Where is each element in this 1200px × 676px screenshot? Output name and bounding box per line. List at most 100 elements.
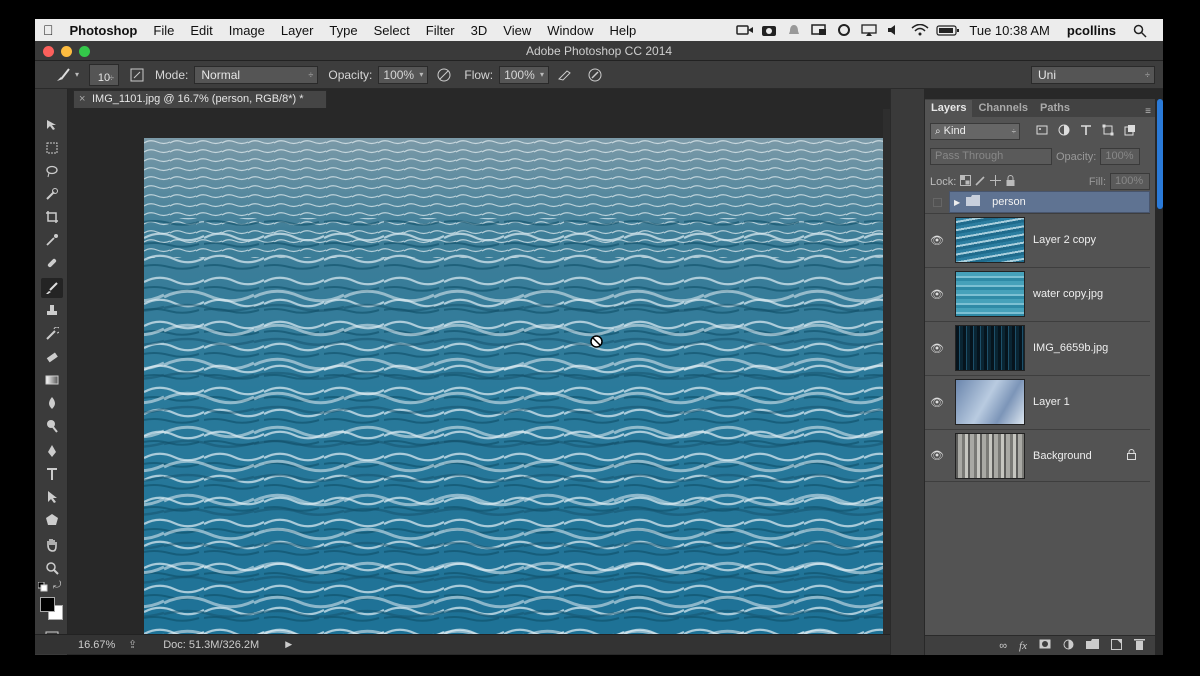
foreground-color-swatch[interactable] — [40, 597, 55, 612]
layer-style-icon[interactable]: fx — [1019, 640, 1027, 652]
airbrush-icon[interactable] — [555, 65, 575, 85]
brush-size-picker[interactable]: 10 — [89, 63, 120, 91]
pressure-size-icon[interactable] — [585, 65, 605, 85]
marquee-tool-icon[interactable] — [41, 138, 63, 158]
eye-icon[interactable]: 👁 — [925, 288, 949, 301]
filter-kind-select[interactable]: ⌕ Kind ÷ — [930, 123, 1020, 140]
tab-paths[interactable]: Paths — [1034, 100, 1076, 117]
dodge-tool-icon[interactable] — [41, 416, 63, 436]
lock-pixels-icon[interactable] — [975, 175, 986, 189]
filter-shape-icon[interactable] — [1102, 124, 1114, 139]
status-menu-icon[interactable]: ▶ — [285, 639, 292, 650]
quick-selection-tool-icon[interactable] — [41, 184, 63, 204]
eyedropper-tool-icon[interactable] — [41, 230, 63, 250]
pressure-opacity-icon[interactable] — [434, 65, 454, 85]
document-tab[interactable]: × IMG_1101.jpg @ 16.7% (person, RGB/8*) … — [73, 90, 327, 108]
menu-window[interactable]: Window — [539, 23, 601, 38]
layer-row[interactable]: 👁 IMG_6659b.jpg — [925, 321, 1150, 374]
brush-tool-icon[interactable] — [41, 278, 63, 298]
creative-cloud-icon[interactable] — [836, 24, 852, 36]
menu-3d[interactable]: 3D — [463, 23, 496, 38]
healing-brush-tool-icon[interactable] — [41, 253, 63, 273]
shape-tool-icon[interactable] — [41, 510, 63, 530]
panel-menu-icon[interactable]: ≡ — [1145, 106, 1151, 117]
menu-view[interactable]: View — [495, 23, 539, 38]
menu-select[interactable]: Select — [366, 23, 418, 38]
hand-tool-icon[interactable] — [41, 535, 63, 555]
delete-layer-icon[interactable] — [1134, 638, 1145, 653]
layer-opacity-field[interactable]: 100% — [1100, 148, 1141, 165]
history-brush-tool-icon[interactable] — [41, 324, 63, 344]
document-canvas[interactable] — [144, 138, 905, 645]
eye-icon[interactable]: 👁 — [925, 342, 949, 355]
menu-edit[interactable]: Edit — [182, 23, 220, 38]
notification-icon[interactable] — [786, 24, 802, 36]
layer-row[interactable]: 👁 Layer 1 — [925, 375, 1150, 428]
filter-pixel-icon[interactable] — [1036, 124, 1048, 139]
menubar-user[interactable]: pcollins — [1059, 23, 1116, 38]
opacity-dropdown-icon[interactable]: ▾ — [419, 67, 423, 83]
blur-tool-icon[interactable] — [41, 393, 63, 413]
flow-dropdown-icon[interactable]: ▾ — [540, 67, 544, 83]
filter-type-icon[interactable] — [1080, 124, 1092, 139]
zoom-tool-icon[interactable] — [41, 558, 63, 578]
expand-chevron-icon[interactable]: ▶ — [954, 198, 960, 207]
eye-icon[interactable]: 👁 — [925, 396, 949, 409]
new-layer-icon[interactable] — [1111, 638, 1122, 653]
filter-smart-object-icon[interactable] — [1124, 124, 1136, 139]
lock-position-icon[interactable] — [990, 174, 1002, 189]
path-selection-tool-icon[interactable] — [41, 487, 63, 507]
clone-stamp-tool-icon[interactable] — [41, 301, 63, 321]
apple-icon[interactable]:  — [35, 22, 62, 38]
link-layers-icon[interactable]: ∞ — [999, 640, 1007, 652]
brush-tool-icon[interactable] — [53, 65, 73, 85]
video-camera-icon[interactable] — [736, 24, 754, 36]
gradient-tool-icon[interactable] — [41, 370, 63, 390]
spotlight-search-icon[interactable] — [1133, 24, 1149, 38]
fill-field[interactable]: 100% — [1110, 173, 1150, 190]
menu-filter[interactable]: Filter — [418, 23, 463, 38]
doc-info[interactable]: Doc: 51.3M/326.2M — [163, 639, 259, 651]
add-mask-icon[interactable] — [1039, 639, 1051, 652]
share-icon[interactable]: ⇪ — [128, 638, 137, 651]
filter-adjustment-icon[interactable] — [1058, 124, 1070, 139]
type-tool-icon[interactable] — [41, 464, 63, 484]
brush-panel-toggle-icon[interactable] — [127, 65, 147, 85]
display-icon[interactable] — [811, 24, 827, 36]
layer-row[interactable]: 👁 Layer 2 copy — [925, 213, 1150, 266]
menu-help[interactable]: Help — [601, 23, 644, 38]
workspace-select[interactable]: Uni — [1031, 65, 1155, 84]
eye-icon[interactable]: 👁 — [925, 449, 949, 462]
lock-all-icon[interactable] — [1005, 174, 1016, 189]
group-visibility-toggle[interactable] — [925, 191, 949, 213]
menu-type[interactable]: Type — [321, 23, 365, 38]
default-colors-icon[interactable] — [37, 581, 48, 592]
pen-tool-icon[interactable] — [41, 441, 63, 461]
lasso-tool-icon[interactable] — [41, 161, 63, 181]
tool-preset-chevron-icon[interactable]: ▾ — [75, 70, 79, 79]
adjustment-layer-icon[interactable] — [1063, 639, 1074, 653]
blend-mode-select[interactable]: Pass Through — [930, 148, 1052, 165]
menu-app-name[interactable]: Photoshop — [62, 23, 146, 38]
flow-field[interactable]: 100% ▾ — [499, 65, 550, 84]
battery-icon[interactable] — [936, 24, 960, 36]
crop-tool-icon[interactable] — [41, 207, 63, 227]
camera-icon[interactable] — [761, 24, 777, 36]
layer-group-person[interactable]: ▶ person — [925, 191, 1150, 213]
move-tool-icon[interactable] — [41, 115, 63, 135]
close-document-icon[interactable]: × — [79, 91, 85, 108]
tab-channels[interactable]: Channels — [972, 100, 1034, 117]
panel-scrollbar[interactable] — [1157, 99, 1163, 209]
tab-layers[interactable]: Layers — [925, 100, 973, 117]
wifi-icon[interactable] — [911, 23, 929, 36]
close-window-button[interactable] — [43, 46, 54, 57]
menu-layer[interactable]: Layer — [273, 23, 322, 38]
layer-row[interactable]: 👁 Background — [925, 429, 1150, 482]
menu-file[interactable]: File — [145, 23, 182, 38]
group-row-highlight[interactable]: ▶ person — [949, 191, 1150, 213]
menu-image[interactable]: Image — [221, 23, 273, 38]
new-group-icon[interactable] — [1086, 639, 1099, 652]
swap-colors-icon[interactable]: ⤾ — [53, 580, 61, 591]
opacity-field[interactable]: 100% ▾ — [378, 65, 429, 84]
zoom-window-button[interactable] — [79, 46, 90, 57]
